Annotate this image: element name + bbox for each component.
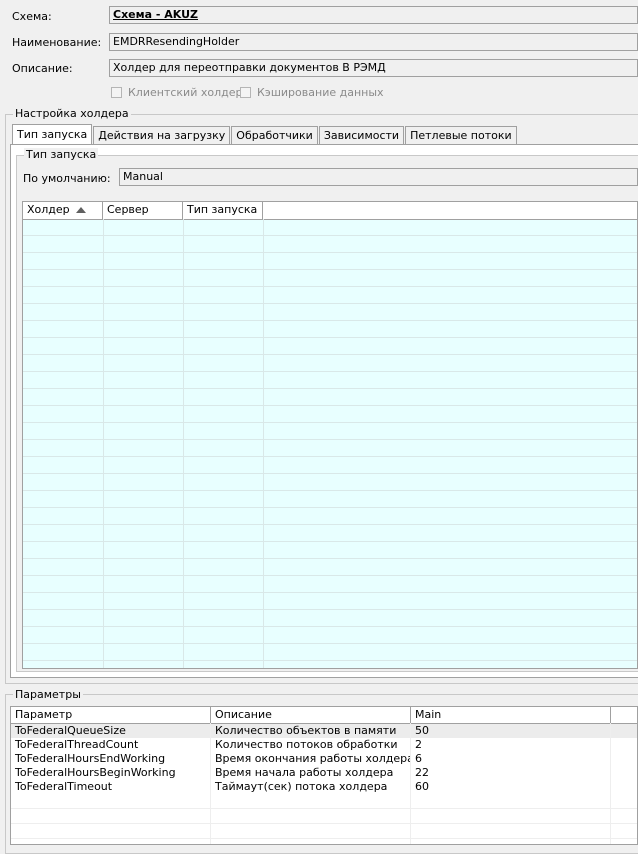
client-holder-label: Клиентский холдер <box>128 86 243 99</box>
caching-checkbox[interactable]: Кэширование данных <box>240 86 384 99</box>
name-label: Наименование: <box>12 36 102 49</box>
tab-load-actions[interactable]: Действия на загрузку <box>93 126 231 145</box>
parameters-grid-header: Параметр Описание Main <box>11 707 637 724</box>
caching-label: Кэширование данных <box>257 86 384 99</box>
checkbox-box-icon <box>111 87 122 98</box>
schema-label: Схема: <box>12 10 52 23</box>
col-description[interactable]: Описание <box>211 707 411 723</box>
param-desc: Количество объектов в памяти <box>215 724 397 737</box>
col-server[interactable]: Сервер <box>103 202 183 219</box>
col-launch-type[interactable]: Тип запуска <box>183 202 263 219</box>
grid-col-line <box>263 219 264 668</box>
param-desc: Время начала работы холдера <box>215 766 394 779</box>
param-main: 6 <box>415 752 422 765</box>
grid-col-line <box>183 219 184 668</box>
table-row[interactable]: ToFederalHoursEndWorking Время окончания… <box>11 752 637 766</box>
param-desc: Количество потоков обработки <box>215 738 398 751</box>
param-main: 50 <box>415 724 429 737</box>
table-row[interactable]: ToFederalQueueSize Количество объектов в… <box>11 724 637 738</box>
sort-asc-icon <box>75 207 86 213</box>
col-main[interactable]: Main <box>411 707 611 723</box>
table-row[interactable]: ToFederalThreadCount Количество потоков … <box>11 738 637 752</box>
default-launch-field[interactable]: Manual <box>119 168 638 186</box>
param-name: ToFederalTimeout <box>15 780 113 793</box>
description-label: Описание: <box>12 62 73 75</box>
param-name: ToFederalHoursBeginWorking <box>15 766 176 779</box>
checkbox-box-icon <box>240 87 251 98</box>
grid-row-lines <box>23 219 637 668</box>
grid-col-line <box>103 219 104 668</box>
empty-row <box>11 824 637 839</box>
empty-row <box>11 794 637 809</box>
param-name: ToFederalHoursEndWorking <box>15 752 166 765</box>
param-name: ToFederalQueueSize <box>15 724 126 737</box>
tab-strip: Тип запуска Действия на загрузку Обработ… <box>12 124 518 145</box>
table-row[interactable]: ToFederalTimeout Таймаут(сек) потока хол… <box>11 780 637 794</box>
holder-settings-title: Настройка холдера <box>13 107 131 120</box>
param-name: ToFederalThreadCount <box>15 738 139 751</box>
holder-grid-header: Холдер Сервер Тип запуска <box>23 202 637 220</box>
parameters-grid[interactable]: Параметр Описание Main ToFederalQueueSiz… <box>10 706 638 845</box>
launch-type-group-title: Тип запуска <box>24 148 99 161</box>
empty-row <box>11 809 637 824</box>
param-col-line <box>410 723 411 844</box>
tab-dependencies[interactable]: Зависимости <box>318 126 405 145</box>
schema-field[interactable]: Схема - AKUZ <box>109 6 638 24</box>
description-field[interactable]: Холдер для переотправки документов В РЭМ… <box>109 59 638 77</box>
col-parameter[interactable]: Параметр <box>11 707 211 723</box>
tab-handlers[interactable]: Обработчики <box>231 126 318 145</box>
holder-grid[interactable]: Холдер Сервер Тип запуска <box>22 201 638 669</box>
default-label: По умолчанию: <box>23 172 111 185</box>
param-main: 2 <box>415 738 422 751</box>
tab-launch-type[interactable]: Тип запуска <box>12 124 93 145</box>
name-field[interactable]: EMDRResendingHolder <box>109 33 638 51</box>
param-main: 22 <box>415 766 429 779</box>
param-main: 60 <box>415 780 429 793</box>
param-desc: Время окончания работы холдера <box>215 752 411 765</box>
client-holder-checkbox[interactable]: Клиентский холдер <box>111 86 242 99</box>
param-desc: Таймаут(сек) потока холдера <box>215 780 388 793</box>
parameters-title: Параметры <box>13 688 83 701</box>
table-row[interactable]: ToFederalHoursBeginWorking Время начала … <box>11 766 637 780</box>
tab-loop-threads[interactable]: Петлевые потоки <box>405 126 517 145</box>
param-col-line <box>210 723 211 844</box>
param-col-line <box>610 723 611 844</box>
col-holder-label: Холдер <box>27 203 70 216</box>
col-holder[interactable]: Холдер <box>23 202 103 219</box>
